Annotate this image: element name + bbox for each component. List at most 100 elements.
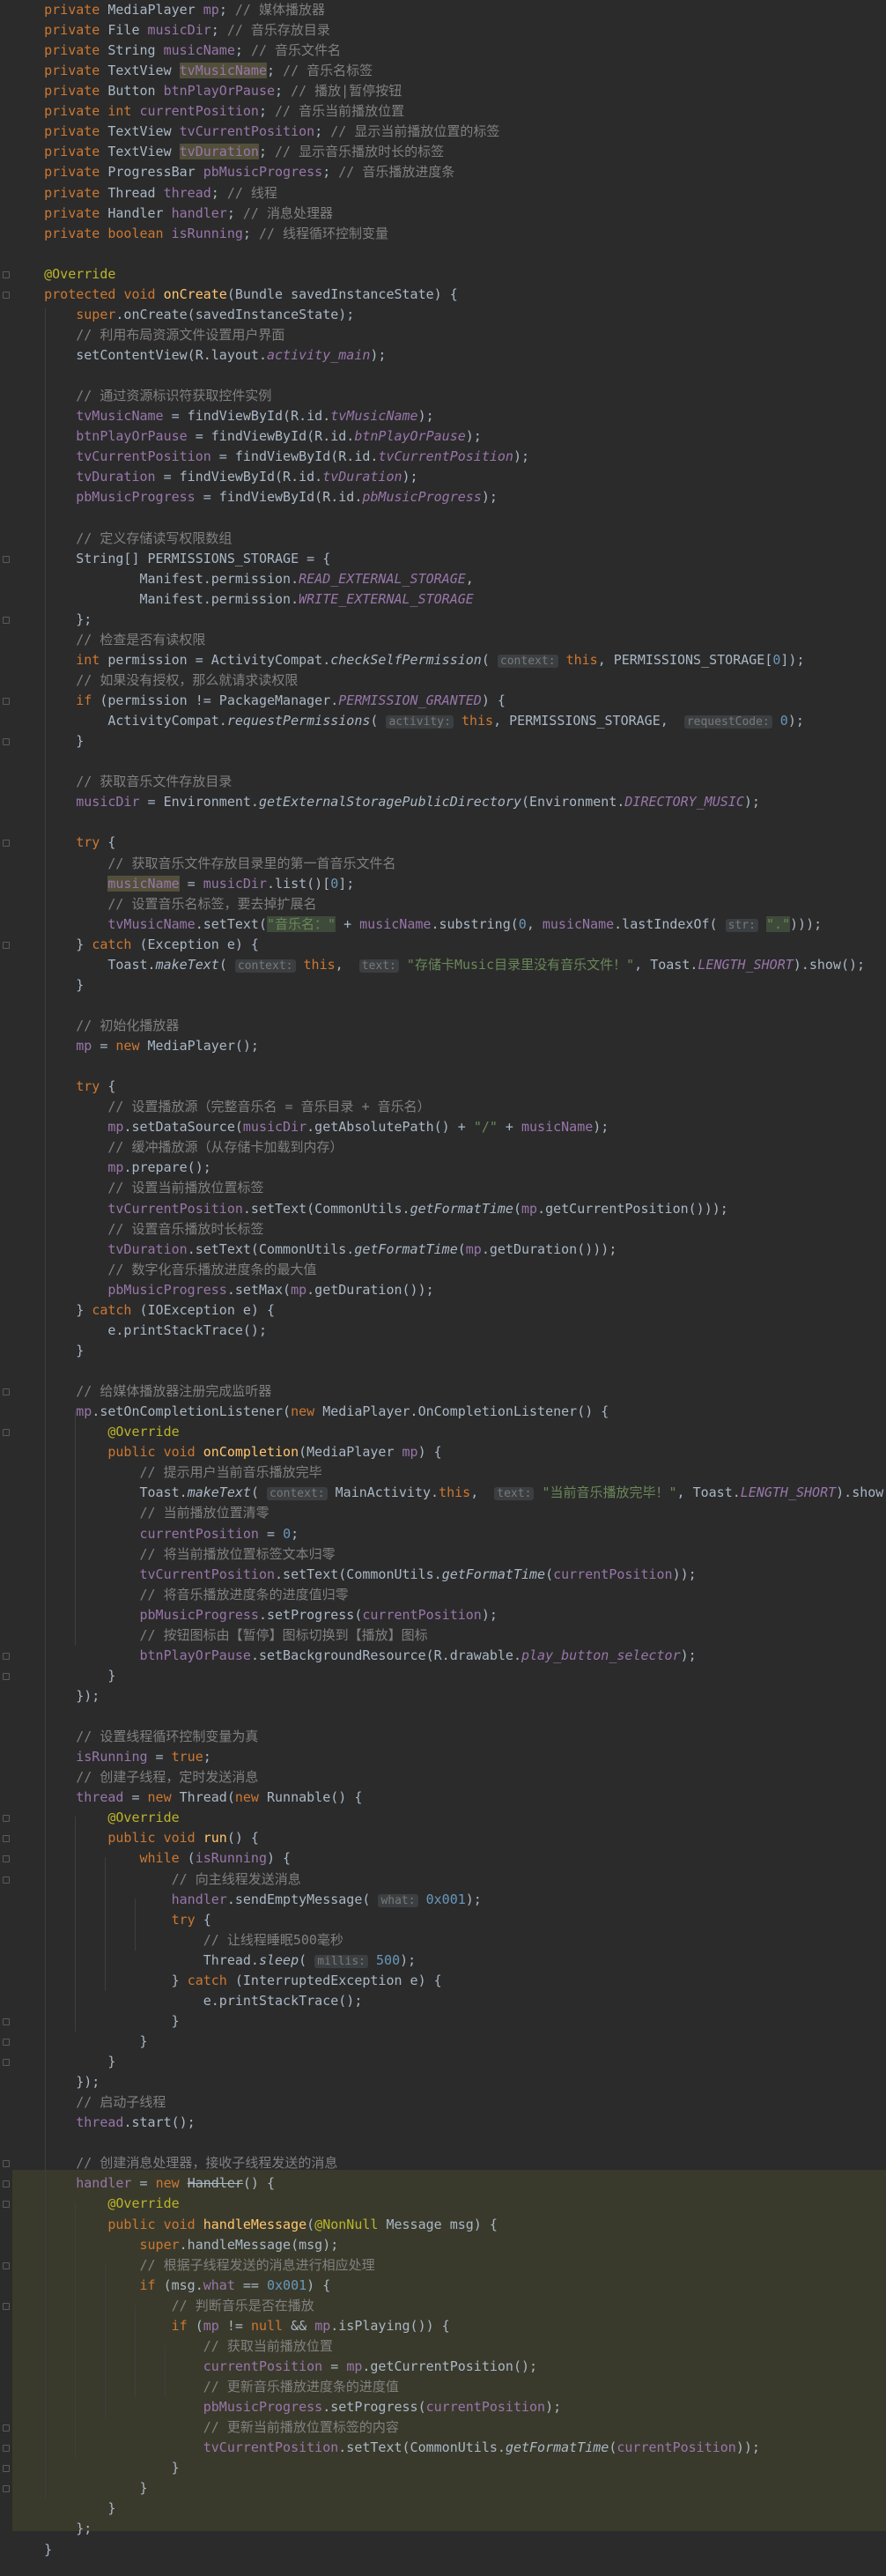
fold-marker-icon[interactable] bbox=[3, 698, 10, 706]
code-line[interactable]: private Handler handler; // 消息处理器 bbox=[12, 204, 333, 224]
code-line[interactable]: Toast.makeText( context: this, text: "存储… bbox=[12, 955, 865, 975]
code-line[interactable]: // 创建消息处理器，接收子线程发送的消息 bbox=[12, 2153, 337, 2173]
fold-marker-icon[interactable] bbox=[3, 616, 10, 624]
fold-marker-icon[interactable] bbox=[3, 2059, 10, 2067]
code-line[interactable]: setContentView(R.layout.activity_main); bbox=[12, 345, 386, 366]
fold-marker-icon[interactable] bbox=[3, 2201, 10, 2209]
code-line[interactable]: e.printStackTrace(); bbox=[12, 1991, 363, 2011]
code-line[interactable]: musicName = musicDir.list()[0]; bbox=[12, 874, 354, 894]
fold-marker-icon[interactable] bbox=[3, 1835, 10, 1843]
code-line[interactable]: Manifest.permission.READ_EXTERNAL_STORAG… bbox=[12, 569, 473, 589]
fold-marker-icon[interactable] bbox=[3, 1876, 10, 1884]
code-line[interactable]: } bbox=[12, 2032, 147, 2052]
code-line[interactable]: pbMusicProgress.setProgress(currentPosit… bbox=[12, 1605, 498, 1625]
code-line[interactable]: // 设置播放源（完整音乐名 = 音乐目录 + 音乐名） bbox=[12, 1097, 430, 1117]
code-line[interactable]: // 将音乐播放进度条的进度值归零 bbox=[12, 1585, 349, 1605]
code-editor[interactable]: private MediaPlayer mp; // 媒体播放器 private… bbox=[0, 0, 886, 2576]
code-line[interactable]: }; bbox=[12, 610, 92, 630]
fold-marker-icon[interactable] bbox=[3, 1388, 10, 1396]
code-line[interactable]: // 更新当前播放位置标签的内容 bbox=[12, 2417, 399, 2438]
code-line[interactable]: } catch (IOException e) { bbox=[12, 1300, 275, 1321]
code-line[interactable]: btnPlayOrPause.setBackgroundResource(R.d… bbox=[12, 1646, 697, 1666]
code-line[interactable]: private MediaPlayer mp; // 媒体播放器 bbox=[12, 0, 325, 20]
code-line[interactable]: } bbox=[12, 2498, 115, 2519]
code-line[interactable]: @Override bbox=[12, 264, 115, 285]
code-line[interactable]: // 判断音乐是否在播放 bbox=[12, 2296, 314, 2316]
code-line[interactable]: ActivityCompat.requestPermissions( activ… bbox=[12, 711, 804, 731]
code-line[interactable]: // 更新音乐播放进度条的进度值 bbox=[12, 2377, 399, 2397]
code-line[interactable]: Toast.makeText( context: MainActivity.th… bbox=[12, 1483, 886, 1503]
fold-marker-icon[interactable] bbox=[3, 2424, 10, 2432]
code-line[interactable]: pbMusicProgress.setMax(mp.getDuration())… bbox=[12, 1280, 433, 1300]
code-line[interactable]: mp = new MediaPlayer(); bbox=[12, 1036, 259, 1056]
code-line[interactable]: currentPosition = mp.getCurrentPosition(… bbox=[12, 2357, 537, 2377]
code-line[interactable]: thread.start(); bbox=[12, 2113, 195, 2133]
code-line[interactable]: }); bbox=[12, 1686, 100, 1706]
fold-marker-icon[interactable] bbox=[3, 1855, 10, 1863]
code-line[interactable]: int permission = ActivityCompat.checkSel… bbox=[12, 650, 805, 670]
code-line[interactable]: // 设置线程循环控制变量为真 bbox=[12, 1727, 258, 1747]
code-line[interactable]: public void handleMessage(@NonNull Messa… bbox=[12, 2215, 498, 2235]
code-line[interactable]: // 利用布局资源文件设置用户界面 bbox=[12, 325, 284, 345]
code-line[interactable]: } bbox=[12, 731, 84, 751]
code-line[interactable]: } catch (Exception e) { bbox=[12, 935, 259, 955]
fold-marker-icon[interactable] bbox=[3, 2017, 10, 2025]
code-line[interactable]: try { bbox=[12, 1077, 115, 1097]
code-line[interactable]: tvMusicName = findViewById(R.id.tvMusicN… bbox=[12, 406, 433, 426]
code-line[interactable]: // 初始化播放器 bbox=[12, 1016, 179, 1036]
code-line[interactable]: private Button btnPlayOrPause; // 播放|暂停按… bbox=[12, 81, 402, 101]
code-line[interactable]: tvCurrentPosition.setText(CommonUtils.ge… bbox=[12, 1565, 697, 1585]
code-line[interactable]: pbMusicProgress.setProgress(currentPosit… bbox=[12, 2397, 561, 2417]
code-line[interactable]: tvCurrentPosition = findViewById(R.id.tv… bbox=[12, 447, 529, 467]
fold-marker-icon[interactable] bbox=[3, 840, 10, 848]
code-line[interactable]: }; bbox=[12, 2519, 92, 2539]
code-line[interactable]: // 设置音乐名标签，要去掉扩展名 bbox=[12, 894, 316, 914]
code-line[interactable]: currentPosition = 0; bbox=[12, 1524, 299, 1544]
code-line[interactable]: // 启动子线程 bbox=[12, 2092, 166, 2113]
code-line[interactable]: private File musicDir; // 音乐存放目录 bbox=[12, 20, 330, 41]
code-line[interactable]: tvCurrentPosition.setText(CommonUtils.ge… bbox=[12, 1199, 727, 1219]
code-line[interactable]: mp.setDataSource(musicDir.getAbsolutePat… bbox=[12, 1117, 609, 1137]
fold-marker-icon[interactable] bbox=[3, 738, 10, 746]
code-line[interactable]: tvDuration.setText(CommonUtils.getFormat… bbox=[12, 1240, 617, 1260]
code-line[interactable]: private TextView tvCurrentPosition; // 显… bbox=[12, 122, 499, 142]
code-line[interactable]: // 按钮图标由【暂停】图标切换到【播放】图标 bbox=[12, 1625, 428, 1646]
fold-marker-icon[interactable] bbox=[3, 2039, 10, 2046]
code-line[interactable]: super.onCreate(savedInstanceState); bbox=[12, 305, 354, 325]
fold-marker-icon[interactable] bbox=[3, 1652, 10, 1660]
fold-marker-icon[interactable] bbox=[3, 1815, 10, 1823]
code-line[interactable]: // 获取音乐文件存放目录 bbox=[12, 772, 232, 792]
code-line[interactable]: // 检查是否有读权限 bbox=[12, 630, 205, 650]
code-line[interactable]: // 向主线程发送消息 bbox=[12, 1869, 301, 1890]
code-line[interactable]: String[] PERMISSIONS_STORAGE = { bbox=[12, 549, 330, 569]
fold-marker-icon[interactable] bbox=[3, 1429, 10, 1437]
code-line[interactable]: // 定义存储读写权限数组 bbox=[12, 529, 232, 549]
code-line[interactable]: // 当前播放位置清零 bbox=[12, 1503, 269, 1523]
code-line[interactable]: private String musicName; // 音乐文件名 bbox=[12, 41, 341, 61]
code-line[interactable]: e.printStackTrace(); bbox=[12, 1321, 267, 1341]
code-line[interactable]: tvCurrentPosition.setText(CommonUtils.ge… bbox=[12, 2438, 760, 2458]
code-line[interactable]: Manifest.permission.WRITE_EXTERNAL_STORA… bbox=[12, 589, 473, 610]
code-line[interactable]: handler.sendEmptyMessage( what: 0x001); bbox=[12, 1890, 482, 1910]
code-line[interactable]: } bbox=[12, 2478, 147, 2498]
code-line[interactable]: // 如果没有授权，那么就请求读权限 bbox=[12, 670, 298, 691]
code-line[interactable]: } bbox=[12, 2052, 115, 2072]
fold-marker-icon[interactable] bbox=[3, 555, 10, 563]
code-line[interactable]: pbMusicProgress = findViewById(R.id.pbMu… bbox=[12, 487, 498, 507]
code-line[interactable]: // 通过资源标识符获取控件实例 bbox=[12, 386, 271, 406]
code-line[interactable]: try { bbox=[12, 833, 115, 853]
code-line[interactable]: // 设置当前播放位置标签 bbox=[12, 1178, 263, 1198]
code-line[interactable]: musicDir = Environment.getExternalStorag… bbox=[12, 792, 760, 812]
fold-marker-icon[interactable] bbox=[3, 1672, 10, 1680]
code-line[interactable]: // 获取音乐文件存放目录里的第一首音乐文件名 bbox=[12, 854, 395, 874]
code-line[interactable]: // 根据子线程发送的消息进行相应处理 bbox=[12, 2255, 375, 2276]
code-line[interactable]: @Override bbox=[12, 2194, 179, 2214]
code-line[interactable]: btnPlayOrPause = findViewById(R.id.btnPl… bbox=[12, 426, 482, 447]
code-line[interactable]: } catch (InterruptedException e) { bbox=[12, 1971, 442, 1991]
code-line[interactable]: tvDuration = findViewById(R.id.tvDuratio… bbox=[12, 467, 417, 487]
code-line[interactable]: public void run() { bbox=[12, 1828, 259, 1848]
fold-marker-icon[interactable] bbox=[3, 2160, 10, 2168]
code-line[interactable]: } bbox=[12, 1666, 115, 1686]
code-line[interactable]: }); bbox=[12, 2072, 100, 2092]
code-line[interactable]: if (mp != null && mp.isPlaying()) { bbox=[12, 2316, 450, 2336]
